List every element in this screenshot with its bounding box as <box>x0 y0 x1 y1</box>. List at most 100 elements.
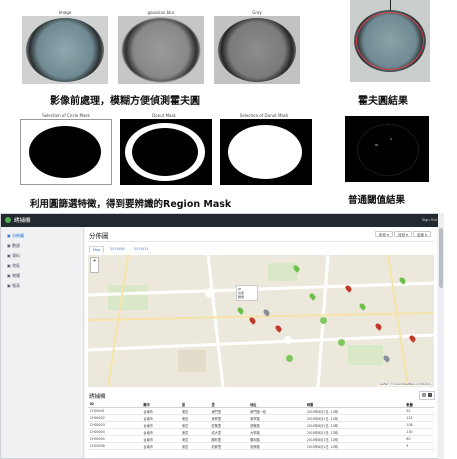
cell-city: 台南市 <box>141 442 180 450</box>
cell-city: 台南市 <box>141 421 180 429</box>
cell-time: 2019年8月1日, 12時 <box>304 414 405 422</box>
table-row[interactable]: CH00006 台南市 東區 前鋒里 前鋒路 2019年8月1日, 12時 6 <box>88 442 434 450</box>
table-row[interactable]: CH00005 台南市 東區 勝利里 勝利路 2019年8月1日, 12時 80 <box>88 435 434 443</box>
zoom-control[interactable]: + <box>90 257 99 273</box>
image-panel-threshold <box>345 116 429 182</box>
filter-year-select[interactable]: 年份 ▾ <box>375 231 393 237</box>
panel-title-blur: gaussian blur <box>147 10 175 15</box>
cell-district: 東區 <box>179 428 210 436</box>
sidebar: ▣ 分佈圖 ▣ 數據 ▣ 資料 ▣ 地區 ▣ 物種 ▣ 報表 <box>1 227 84 458</box>
cell-count: 6 <box>404 442 434 450</box>
tab-2019-08[interactable]: 2019/08 <box>107 246 128 252</box>
cell-village: 勝利里 <box>209 435 249 443</box>
cell-village: 東門里 <box>209 407 249 415</box>
sidebar-item-label: 地區 <box>12 263 21 268</box>
data-table: ID 縣市 區 里 地址 時間 數量 CH00001 台南市 東區 東門里 東門… <box>88 401 434 450</box>
panel-title-gray: Gray <box>252 10 262 15</box>
panel-title-circle-mask: Selection of Circle Mask <box>42 113 90 118</box>
sidebar-item-label: 物種 <box>12 273 21 278</box>
cell-address: 東門路一段 <box>248 407 305 415</box>
mask-panel-circle <box>20 119 112 185</box>
filter-all-select[interactable]: 全部 ▾ <box>413 231 431 237</box>
cell-time: 2019年8月1日, 12時 <box>304 435 405 443</box>
table-row[interactable]: CH00001 台南市 東區 東門里 東門路一段 2019年8月1日, 12時 … <box>88 407 434 415</box>
cell-address: 東寧路 <box>248 414 305 422</box>
sidebar-item-label: 數據 <box>12 243 21 248</box>
app-window: 誘捕機 Sign Out ▣ 分佈圖 ▣ 數據 ▣ 資料 ▣ 地區 ▣ 物種 ▣… <box>0 213 444 459</box>
table-row[interactable]: CH00002 台南市 東區 東寧里 東寧路 2019年8月1日, 12時 12… <box>88 414 434 422</box>
view-toggle-button[interactable] <box>419 391 435 400</box>
cell-address: 莊敬路 <box>248 421 305 429</box>
cell-city: 台南市 <box>141 414 180 422</box>
sidebar-item-label: 分佈圖 <box>12 233 25 238</box>
tab-2019-11[interactable]: 2019/11 <box>131 246 152 252</box>
app-topbar: 誘捕機 Sign Out <box>1 214 443 227</box>
cell-time: 2019年8月1日, 12時 <box>304 407 405 415</box>
caption-preprocess: 影像前處理，模糊方便偵測霍夫圓 <box>50 96 200 107</box>
popup-line: 數量 <box>238 295 245 299</box>
cell-id: CH00002 <box>88 414 142 422</box>
cell-village: 前鋒里 <box>209 442 249 450</box>
table-title: 誘捕機 <box>89 394 106 400</box>
image-panel-gray <box>214 16 300 84</box>
panel-title-donut-selection: Selection of Donut Mask <box>239 113 289 118</box>
sidebar-item-map[interactable]: ▣ 分佈圖 <box>1 231 83 241</box>
sidebar-item-label: 資料 <box>12 253 21 258</box>
sidebar-item-label: 報表 <box>12 283 21 288</box>
map-canvas <box>88 255 434 387</box>
cell-count: 80 <box>404 435 434 443</box>
cell-district: 東區 <box>179 421 210 429</box>
cell-address: 大學路 <box>248 428 305 436</box>
grid-icon <box>422 393 426 397</box>
app-title: 誘捕機 <box>14 218 31 224</box>
map-cluster[interactable] <box>320 317 327 324</box>
cell-id: CH00001 <box>88 407 142 415</box>
sidebar-item-records[interactable]: ▣ 資料 <box>1 251 83 261</box>
sidebar-item-species[interactable]: ▣ 物種 <box>1 271 83 281</box>
map-attribution: Leaflet | © OpenStreetMap contributors <box>378 383 432 386</box>
divider <box>88 241 434 242</box>
filter-month-select[interactable]: 月份 ▾ <box>394 231 412 237</box>
mask-panel-donut <box>120 119 212 185</box>
cell-id: CH00003 <box>88 421 142 429</box>
tab-map[interactable]: Map <box>89 246 105 253</box>
table-row[interactable]: CH00003 台南市 東區 莊敬里 莊敬路 2019年8月1日, 12時 10… <box>88 421 434 429</box>
cell-city: 台南市 <box>141 435 180 443</box>
sign-out-button[interactable]: Sign Out <box>422 218 437 222</box>
caption-region-mask: 利用圓篩選特徵，得到要辨識的Region Mask <box>30 199 232 210</box>
logo-icon <box>5 217 11 223</box>
list-icon <box>428 393 432 397</box>
cell-village: 東寧里 <box>209 414 249 422</box>
main-content: 分佈圖 年份 ▾ 月份 ▾ 全部 ▾ Map 2019/08 2019/11 +… <box>85 227 437 458</box>
cell-id: CH00006 <box>88 442 142 450</box>
cell-address: 前鋒路 <box>248 442 305 450</box>
cell-city: 台南市 <box>141 428 180 436</box>
cell-time: 2019年8月1日, 12時 <box>304 421 405 429</box>
panel-title-donut-mask: Donut Mask <box>152 113 176 118</box>
map-popup[interactable]: ID 位置 數量 <box>236 285 258 301</box>
cell-count: 92 <box>404 407 434 415</box>
cell-village: 成大里 <box>209 428 249 436</box>
sidebar-item-report[interactable]: ▣ 報表 <box>1 281 83 291</box>
sidebar-item-data[interactable]: ▣ 數據 <box>1 241 83 251</box>
zoom-in-button[interactable]: + <box>91 258 98 265</box>
cell-count: 130 <box>404 428 434 436</box>
cell-village: 莊敬里 <box>209 421 249 429</box>
sidebar-item-region[interactable]: ▣ 地區 <box>1 261 83 271</box>
distribution-map[interactable]: + ID 位置 數量 Leaflet | © OpenStreetMap con… <box>88 255 434 387</box>
cell-address: 勝利路 <box>248 435 305 443</box>
cell-district: 東區 <box>179 414 210 422</box>
map-cluster[interactable] <box>286 355 293 362</box>
cell-time: 2019年8月1日, 12時 <box>304 428 405 436</box>
scrollbar-thumb[interactable] <box>439 228 443 288</box>
cell-count: 124 <box>404 414 434 422</box>
cell-district: 東區 <box>179 407 210 415</box>
image-panel-original <box>22 16 108 84</box>
table-row[interactable]: CH00004 台南市 東區 成大里 大學路 2019年8月1日, 12時 13… <box>88 428 434 436</box>
image-panel-blur <box>118 16 204 84</box>
cell-count: 108 <box>404 421 434 429</box>
mask-panel-donut-selection <box>220 119 312 185</box>
map-cluster[interactable] <box>338 339 345 346</box>
cell-time: 2019年8月1日, 12時 <box>304 442 405 450</box>
image-panel-hough <box>350 0 430 82</box>
